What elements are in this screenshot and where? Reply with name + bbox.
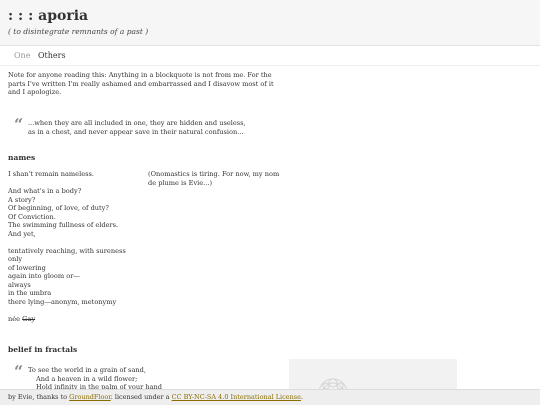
nee-struck-name: Gay [22,314,36,323]
poem-line: I shan't remain nameless. [8,170,94,178]
nav-tabs: One Others [0,46,540,66]
poem-line: tentatively reaching, with sureness [8,246,126,255]
intro-note: Note for anyone reading this: Anything i… [8,71,274,96]
poem-line: there lying—anonym, metonymy [8,297,117,306]
quote-line: And a heaven in a wild flower; [36,374,138,383]
poem-line: And what's in a body? [8,187,82,195]
poem-line: again into gloom or— [8,272,80,280]
quote-mark-icon: “ [14,115,24,134]
quote-mark-icon: “ [14,362,24,381]
site-title[interactable]: : : : aporia [8,8,88,24]
poem-names: I shan't remain nameless. And what's in … [8,170,158,323]
footer-middle: . licensed under a [110,393,172,401]
quote-line: as in a chest, and never appear save in … [28,127,244,136]
site-footer: by Evie, thanks to GroundFloor. licensed… [0,389,540,405]
poem-line [8,179,158,188]
quote-line: To see the world in a grain of sand, [28,366,146,374]
license-link[interactable]: CC BY-NC-SA 4.0 International License [172,393,301,401]
tab-others[interactable]: Others [38,51,66,60]
poem-line [8,306,158,315]
nee-line: née Gay [8,315,158,324]
groundfloor-link[interactable]: GroundFloor [69,393,111,401]
poem-line: only [8,255,23,263]
section-heading-names: names [8,153,36,162]
quote-line: ...when they are all included in one, th… [28,119,246,127]
section-heading-fractals: belief in fractals [8,345,78,354]
nee-prefix: née [8,314,23,323]
site-header: : : : aporia ( to disintegrate remnants … [0,0,540,46]
poem-line: Of beginning, of love, of duty? [8,204,109,212]
names-aside: (Onomastics is tiring. For now, my nom d… [148,170,280,187]
poem-line: The swimming fullness of elders. [8,221,119,229]
poem-line: A story? [8,195,36,204]
poem-line: always [8,280,31,289]
poem-line: And yet, [8,229,36,238]
poem-line: of lowering [8,263,46,272]
poem-line [8,238,158,247]
footer-prefix: by Evie, thanks to [8,393,70,401]
tab-one[interactable]: One [14,51,30,60]
poem-line: Of Conviction. [8,212,56,221]
poem-line: in the umbra [8,289,52,297]
footer-suffix: . [300,393,304,401]
site-subtitle: ( to disintegrate remnants of a past ) [8,27,149,36]
